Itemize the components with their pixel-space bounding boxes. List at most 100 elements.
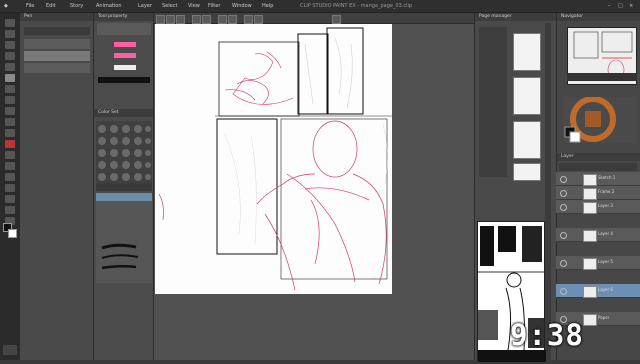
clear-icon[interactable] xyxy=(218,15,227,24)
snap-icon[interactable] xyxy=(244,15,253,24)
layer-thumbnail xyxy=(583,258,597,270)
layer-row[interactable]: Layer 3 xyxy=(556,200,640,214)
page-manager-title: Page manager xyxy=(475,13,556,21)
move-layer-icon[interactable] xyxy=(5,52,15,60)
selection-tool-icon[interactable] xyxy=(5,63,15,71)
pencil-tool-icon[interactable] xyxy=(5,85,15,93)
layer-name: Frame 2 xyxy=(598,189,615,194)
ruler-tool-icon[interactable] xyxy=(5,184,15,192)
minimize-button[interactable]: – xyxy=(608,3,611,9)
layer-name: Layer 4 xyxy=(598,231,613,236)
menu-select[interactable]: Select xyxy=(162,3,177,9)
white-color-chip[interactable] xyxy=(114,65,136,70)
layer-row[interactable]: Frame 2 xyxy=(556,186,640,200)
subtool-item-selected[interactable] xyxy=(24,51,90,61)
eye-icon[interactable] xyxy=(560,204,567,211)
brush-list[interactable] xyxy=(96,193,152,283)
layer-thumbnail xyxy=(583,202,597,214)
layer-title: Layer xyxy=(557,153,640,161)
eye-icon[interactable] xyxy=(560,260,567,267)
transform-icon[interactable] xyxy=(228,15,237,24)
eye-icon[interactable] xyxy=(560,232,567,239)
tool-property-panel: Tool property Color Set xyxy=(94,13,154,360)
subtool-title: Pen xyxy=(20,13,93,21)
page-thumbnail[interactable] xyxy=(513,77,541,115)
layer-row[interactable]: Layer 4 xyxy=(556,228,640,242)
eye-icon[interactable] xyxy=(560,176,567,183)
layer-row[interactable]: Layer 5 xyxy=(556,256,640,270)
settings-icon[interactable] xyxy=(332,15,341,24)
menu-view[interactable]: View xyxy=(188,3,200,9)
command-bar xyxy=(154,13,474,24)
layer-name: Layer 3 xyxy=(598,203,613,208)
brush-tool-icon[interactable] xyxy=(5,96,15,104)
layer-thumbnail xyxy=(583,286,597,298)
text-tool-icon[interactable] xyxy=(5,195,15,203)
pink-color-chip[interactable] xyxy=(114,42,136,47)
zoom-slider[interactable] xyxy=(567,73,637,81)
menu-animation[interactable]: Animation xyxy=(96,3,122,9)
new-icon[interactable] xyxy=(156,15,165,24)
toolprop-title: Tool property xyxy=(94,13,153,21)
subtool-panel: Pen xyxy=(20,13,94,360)
open-icon[interactable] xyxy=(166,15,175,24)
navigator-title: Navigator xyxy=(557,13,640,21)
subtool-item[interactable] xyxy=(24,63,90,73)
airbrush-tool-icon[interactable] xyxy=(5,107,15,115)
app-icon[interactable]: ◆ xyxy=(4,3,8,9)
layer-thumbnail xyxy=(583,174,597,186)
color-set-title: Color Set xyxy=(94,109,153,117)
ruler-icon[interactable] xyxy=(254,15,263,24)
close-button[interactable]: × xyxy=(629,3,633,9)
color-wheel-panel[interactable] xyxy=(563,96,637,143)
layer-name: Sketch 1 xyxy=(598,175,616,180)
color-set-grid[interactable] xyxy=(96,121,152,191)
menu-filter[interactable]: Filter xyxy=(208,3,220,9)
manga-page-canvas[interactable]: .. xyxy=(155,24,392,294)
menu-help[interactable]: Help xyxy=(262,3,273,9)
brush-size-slider[interactable] xyxy=(97,23,151,35)
page-thumbnail[interactable] xyxy=(513,33,541,71)
maximize-button[interactable]: □ xyxy=(618,3,623,9)
black-color-chip[interactable] xyxy=(98,77,150,83)
brush-list-header xyxy=(96,183,152,191)
start-icon[interactable] xyxy=(3,345,17,355)
menu-window[interactable]: Window xyxy=(232,3,252,9)
layer-name: Layer 6 xyxy=(598,287,613,292)
balloon-tool-icon[interactable] xyxy=(5,206,15,214)
layer-row[interactable]: Sketch 1 xyxy=(556,172,640,186)
layer-thumbnail xyxy=(583,188,597,200)
page-thumbnail[interactable] xyxy=(513,121,541,159)
zoom-tool-icon[interactable] xyxy=(5,19,15,27)
undo-icon[interactable] xyxy=(192,15,201,24)
gradient-tool-icon[interactable] xyxy=(5,151,15,159)
page-list-sidebar[interactable] xyxy=(479,27,507,177)
eye-icon[interactable] xyxy=(560,288,567,295)
subtool-item[interactable] xyxy=(24,39,90,49)
layer-toolbar[interactable] xyxy=(559,163,637,171)
menu-bar: ◆ File Edit Story Animation Layer Select… xyxy=(0,0,640,13)
figure-tool-icon[interactable] xyxy=(5,162,15,170)
page-thumbnail[interactable] xyxy=(513,163,541,181)
pen-tool-icon[interactable] xyxy=(5,74,15,82)
redo-icon[interactable] xyxy=(202,15,211,24)
save-icon[interactable] xyxy=(176,15,185,24)
menu-story[interactable]: Story xyxy=(70,3,83,9)
page-manager-panel: Page manager xyxy=(474,13,556,363)
operation-tool-icon[interactable] xyxy=(5,41,15,49)
fill-tool-icon[interactable] xyxy=(5,140,15,148)
sub-color-swatch[interactable] xyxy=(8,229,17,238)
eye-icon[interactable] xyxy=(560,190,567,197)
window-title: CLIP STUDIO PAINT EX - manga_page_03.cli… xyxy=(300,3,413,9)
subtool-tabs[interactable] xyxy=(24,27,90,35)
layer-name: Layer 5 xyxy=(598,259,613,264)
menu-file[interactable]: File xyxy=(26,3,34,9)
menu-layer[interactable]: Layer xyxy=(138,3,152,9)
menu-edit[interactable]: Edit xyxy=(46,3,56,9)
pink-color-chip-2[interactable] xyxy=(114,53,136,58)
move-tool-icon[interactable] xyxy=(5,30,15,38)
eraser-tool-icon[interactable] xyxy=(5,118,15,126)
frame-tool-icon[interactable] xyxy=(5,173,15,181)
layer-row-selected[interactable]: Layer 6 xyxy=(556,284,640,298)
blend-tool-icon[interactable] xyxy=(5,129,15,137)
